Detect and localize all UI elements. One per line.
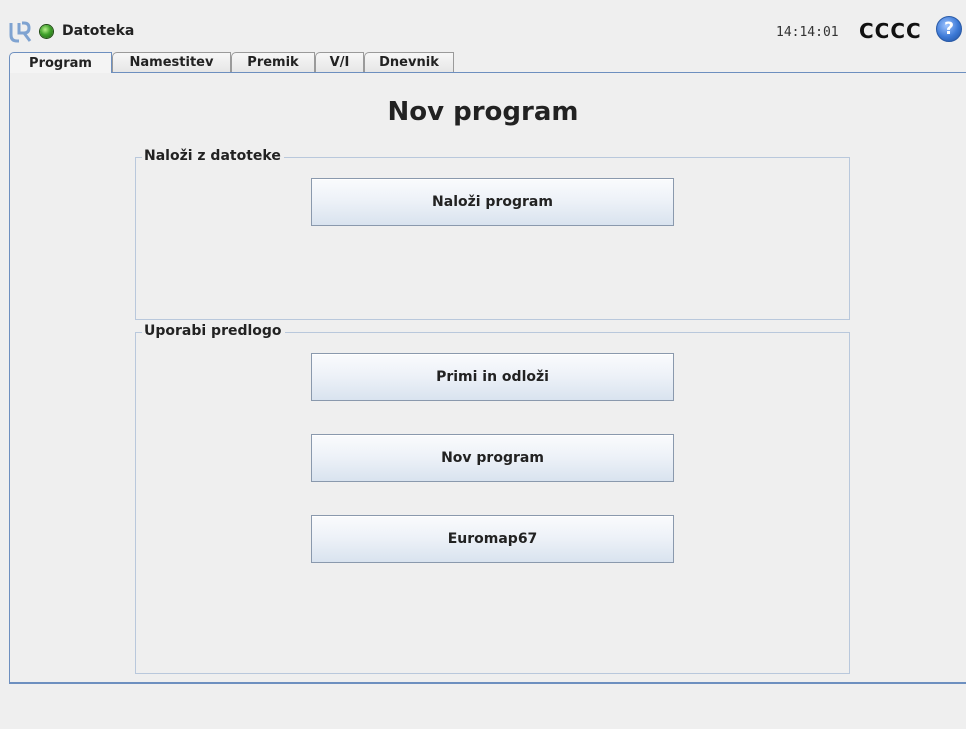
load-from-file-label: Naloži z datoteke <box>142 148 284 164</box>
tab-dnevnik[interactable]: Dnevnik <box>364 52 454 72</box>
help-button[interactable]: ? <box>936 16 962 42</box>
page-title: Nov program <box>387 97 579 127</box>
robot-name: CCCC <box>859 19 922 43</box>
load-program-button[interactable]: Naloži program <box>311 178 674 226</box>
clock: 14:14:01 <box>776 25 839 40</box>
tab-premik[interactable]: Premik <box>231 52 315 72</box>
use-template-label: Uporabi predlogo <box>142 323 285 339</box>
app-title: Datoteka <box>62 23 135 39</box>
panel-bottom-border <box>9 682 966 684</box>
euromap67-button[interactable]: Euromap67 <box>311 515 674 563</box>
tab-namestitev[interactable]: Namestitev <box>112 52 231 72</box>
new-program-button[interactable]: Nov program <box>311 434 674 482</box>
tab-bar: Program Namestitev Premik V/I Dnevnik <box>0 52 966 73</box>
pick-and-place-button[interactable]: Primi in odloži <box>311 353 674 401</box>
ur-logo-icon <box>9 21 32 43</box>
top-bar: Datoteka 14:14:01 CCCC ? <box>0 0 966 52</box>
status-led-icon <box>40 25 53 38</box>
tab-program[interactable]: Program <box>9 52 112 73</box>
tab-vi[interactable]: V/I <box>315 52 364 72</box>
